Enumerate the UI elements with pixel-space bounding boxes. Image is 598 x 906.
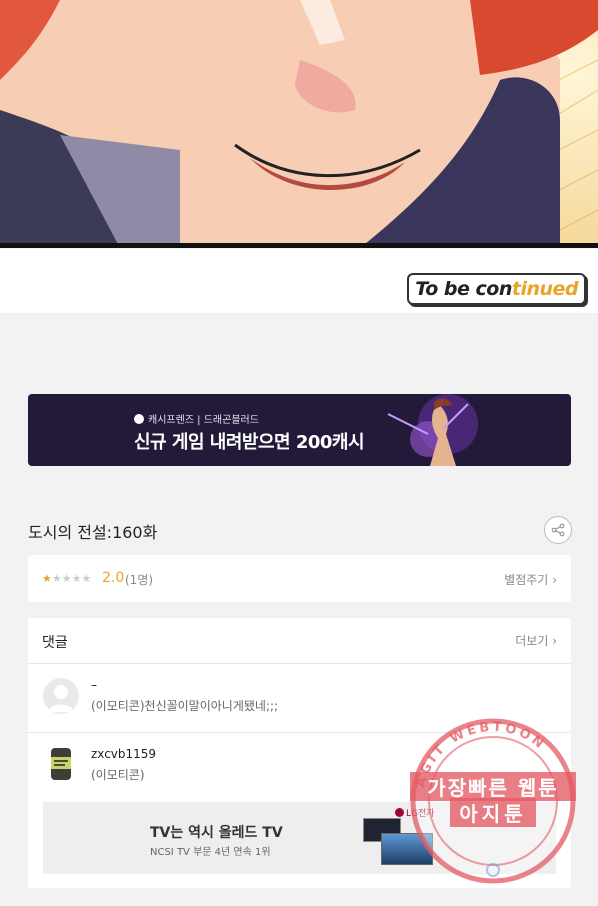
- rating-value: 2.0: [102, 570, 125, 586]
- star-rating: ★★★★★: [42, 572, 91, 585]
- star-empty-icon: ★: [51, 572, 62, 585]
- comment-text: (이모티콘): [91, 768, 145, 782]
- star-empty-icon: ★: [81, 572, 92, 585]
- lg-logo-icon: [395, 808, 404, 817]
- watermark-line1: 가장빠른 웹툰: [410, 772, 576, 801]
- game-ad-banner[interactable]: 캐시프렌즈 | 드래곤블러드 신규 게임 내려받으면 200캐시: [28, 394, 571, 466]
- share-icon: [551, 523, 565, 537]
- ad-brand-text: 캐시프렌즈 | 드래곤블러드: [148, 415, 259, 426]
- rate-button[interactable]: 별점주기 ›: [504, 571, 557, 588]
- episode-end-area: To be continued: [0, 249, 598, 313]
- cash-friends-logo-icon: [134, 413, 144, 424]
- ad-character-art: [387, 394, 478, 466]
- avatar: [43, 745, 79, 781]
- rating-card: ★★★★★ 2.0 (1명) 별점주기 ›: [28, 555, 571, 602]
- star-empty-icon: ★: [71, 572, 82, 585]
- more-comments-link[interactable]: 더보기 ›: [515, 632, 557, 649]
- rating-count: (1명): [125, 573, 154, 587]
- episode-title: 도시의 전설:160화: [28, 523, 158, 542]
- comment-author: zxcvb1159: [91, 747, 157, 761]
- comic-art-image: [0, 0, 598, 248]
- comment-text: (이모티콘)천신꼴이말이아니게됐네;;;: [91, 699, 279, 713]
- comment-author: –: [91, 678, 97, 692]
- star-empty-icon: ★: [61, 572, 72, 585]
- ad-title: TV는 역시 올레드 TV: [150, 825, 283, 841]
- panel-border: [0, 243, 598, 248]
- comments-header: 댓글 더보기 ›: [28, 618, 571, 664]
- to-be-continued-label: To be continued: [407, 273, 586, 305]
- default-user-icon: [48, 685, 74, 712]
- chevron-right-icon: ›: [552, 634, 557, 648]
- rate-button-label: 별점주기: [504, 573, 549, 587]
- ad-brand-row: 캐시프렌즈 | 드래곤블러드: [134, 411, 259, 426]
- share-button[interactable]: [544, 516, 572, 544]
- tbc-text-part2: tinued: [511, 278, 579, 300]
- tbc-text-part1: To be con: [415, 278, 512, 300]
- ad-subtitle: NCSI TV 부문 4년 연속 1위: [150, 847, 271, 858]
- comic-panel: [0, 0, 598, 248]
- star-filled-icon: ★: [42, 572, 52, 585]
- ad-headline: 신규 게임 내려받으면 200캐시: [134, 432, 365, 453]
- comments-title: 댓글: [42, 635, 68, 651]
- user-avatar-image: [51, 748, 71, 780]
- avatar: [43, 678, 79, 714]
- chevron-right-icon: ›: [552, 573, 557, 587]
- more-comments-label: 더보기: [515, 634, 549, 648]
- watermark-line2: 아지툰: [450, 798, 536, 827]
